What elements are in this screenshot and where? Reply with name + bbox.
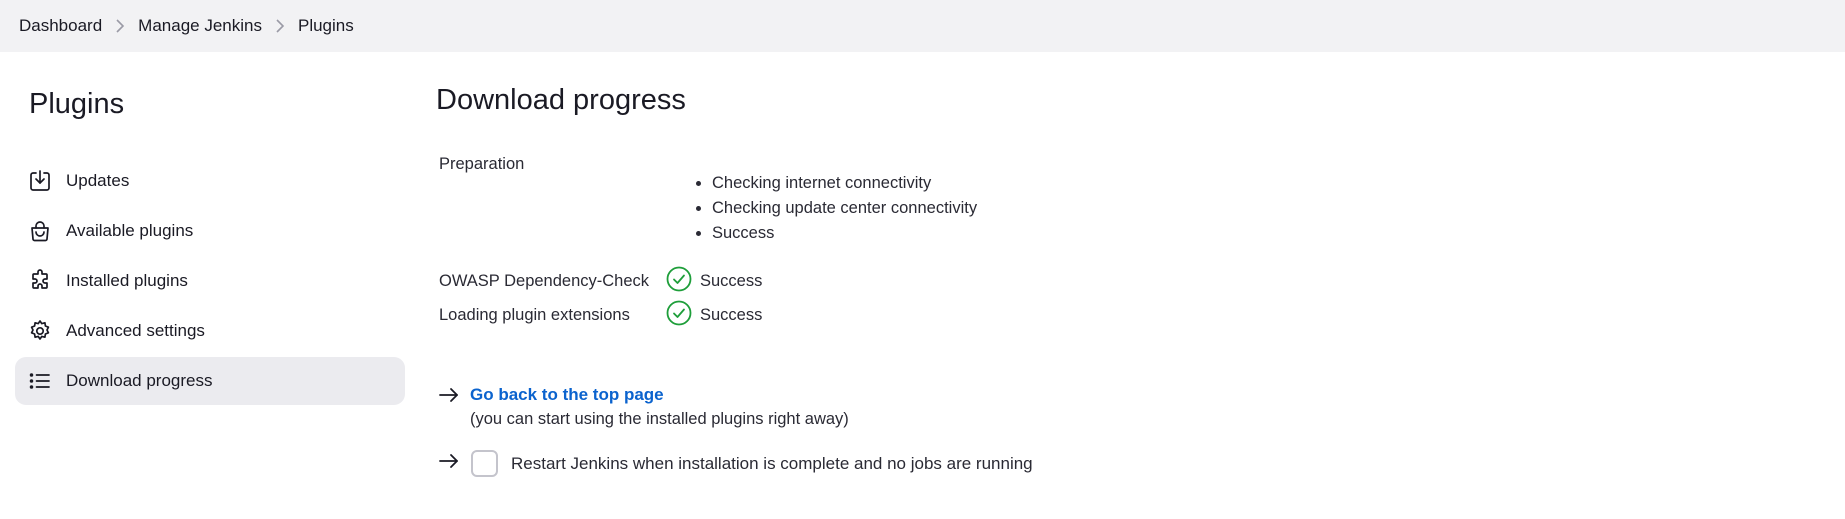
status-plugin-name: OWASP Dependency-Check [439,272,650,290]
list-item: Success [712,221,977,246]
gear-icon [28,319,52,343]
puzzle-icon [28,269,52,293]
breadcrumb: Dashboard Manage Jenkins Plugins [0,0,1845,52]
check-circle-icon [666,300,700,331]
sidebar-item-installed-plugins[interactable]: Installed plugins [15,257,405,305]
sidebar-item-label: Download progress [66,371,213,390]
top-page-link-row: Go back to the top page (you can start u… [437,383,849,429]
sidebar-item-label: Advanced settings [66,321,205,340]
list-item: Checking update center connectivity [712,196,977,221]
page-title: Download progress [436,84,686,116]
arrow-right-icon [437,449,470,478]
sidebar-item-label: Installed plugins [66,271,188,290]
restart-row: Restart Jenkins when installation is com… [437,449,1033,478]
top-page-link[interactable]: Go back to the top page [470,383,849,407]
status-text: Success [700,272,763,290]
list-item: Checking internet connectivity [712,171,977,196]
shopping-bag-icon [28,219,52,243]
preparation-steps: Checking internet connectivity Checking … [712,171,977,246]
status-row: Loading plugin extensions Success [439,300,762,331]
breadcrumb-manage-jenkins[interactable]: Manage Jenkins [138,16,262,36]
check-circle-icon [666,266,700,297]
status-text: Success [700,306,763,324]
restart-label[interactable]: Restart Jenkins when installation is com… [511,454,1033,474]
chevron-right-icon [262,19,298,33]
breadcrumb-plugins[interactable]: Plugins [298,16,354,36]
sidebar-item-advanced-settings[interactable]: Advanced settings [15,307,405,355]
arrow-right-icon [437,383,470,412]
chevron-right-icon [102,19,138,33]
sidebar-nav: Updates Available plugins Installed plug… [15,157,405,407]
preparation-label: Preparation [439,155,525,173]
sidebar-title: Plugins [29,88,125,120]
sidebar-item-download-progress[interactable]: Download progress [15,357,405,405]
sidebar-item-label: Available plugins [66,221,194,240]
sidebar-item-label: Updates [66,171,130,190]
breadcrumb-dashboard[interactable]: Dashboard [19,16,102,36]
top-page-note: (you can start using the installed plugi… [470,410,849,428]
sidebar-item-updates[interactable]: Updates [15,157,405,205]
restart-checkbox[interactable] [471,450,498,477]
status-row: OWASP Dependency-Check Success [439,266,762,297]
status-plugin-name: Loading plugin extensions [439,306,630,324]
sidebar-item-available-plugins[interactable]: Available plugins [15,207,405,255]
download-icon [28,169,52,193]
list-icon [28,369,52,393]
